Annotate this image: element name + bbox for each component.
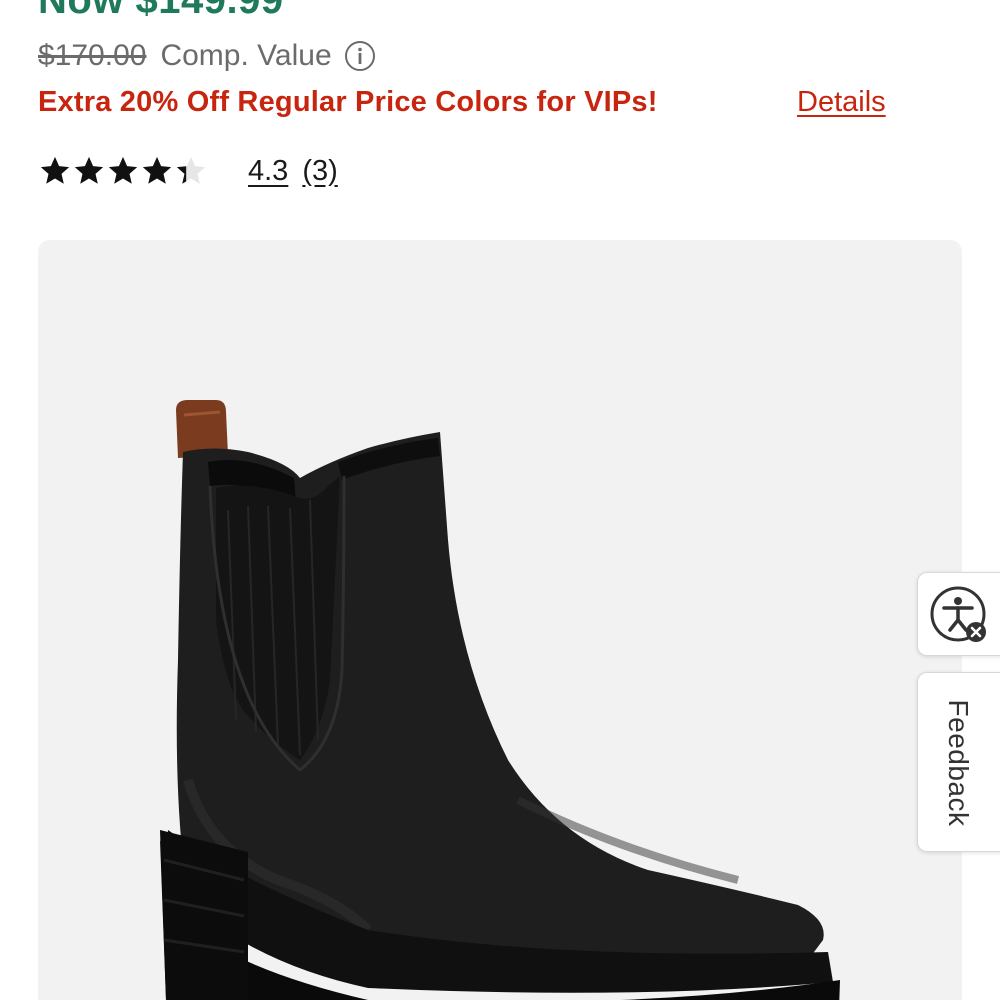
feedback-tab[interactable]: Feedback (917, 672, 1000, 852)
comparison-price-row: $170.00 Comp. Value (38, 34, 376, 78)
feedback-label: Feedback (943, 699, 974, 827)
comp-value-label: Comp. Value (160, 39, 332, 72)
original-price: $170.00 (38, 39, 147, 72)
product-image-panel[interactable] (38, 240, 962, 1000)
info-circle-icon[interactable] (344, 40, 376, 72)
chelsea-boot-image (160, 400, 840, 1000)
review-count-link[interactable]: (3) (302, 155, 337, 188)
accessibility-button[interactable] (917, 572, 1000, 656)
star-partial-icon (176, 156, 206, 184)
vip-promo-text: Extra 20% Off Regular Price Colors for V… (38, 85, 658, 118)
star-filled-icon (40, 156, 70, 184)
star-filled-icon (74, 156, 104, 184)
star-rating[interactable] (38, 154, 208, 188)
star-filled-icon (108, 156, 138, 184)
accessibility-icon (930, 586, 986, 642)
vip-promo-row: Extra 20% Off Regular Price Colors for V… (38, 80, 886, 124)
promo-details-link[interactable]: Details (797, 80, 886, 124)
sale-price: Now $149.99 (38, 0, 284, 22)
rating-row: 4.3 (3) (38, 148, 338, 194)
star-filled-icon (142, 156, 172, 184)
rating-value[interactable]: 4.3 (248, 155, 288, 188)
product-detail-page: Now $149.99 $170.00 Comp. Value Extra 20… (0, 0, 1000, 1000)
